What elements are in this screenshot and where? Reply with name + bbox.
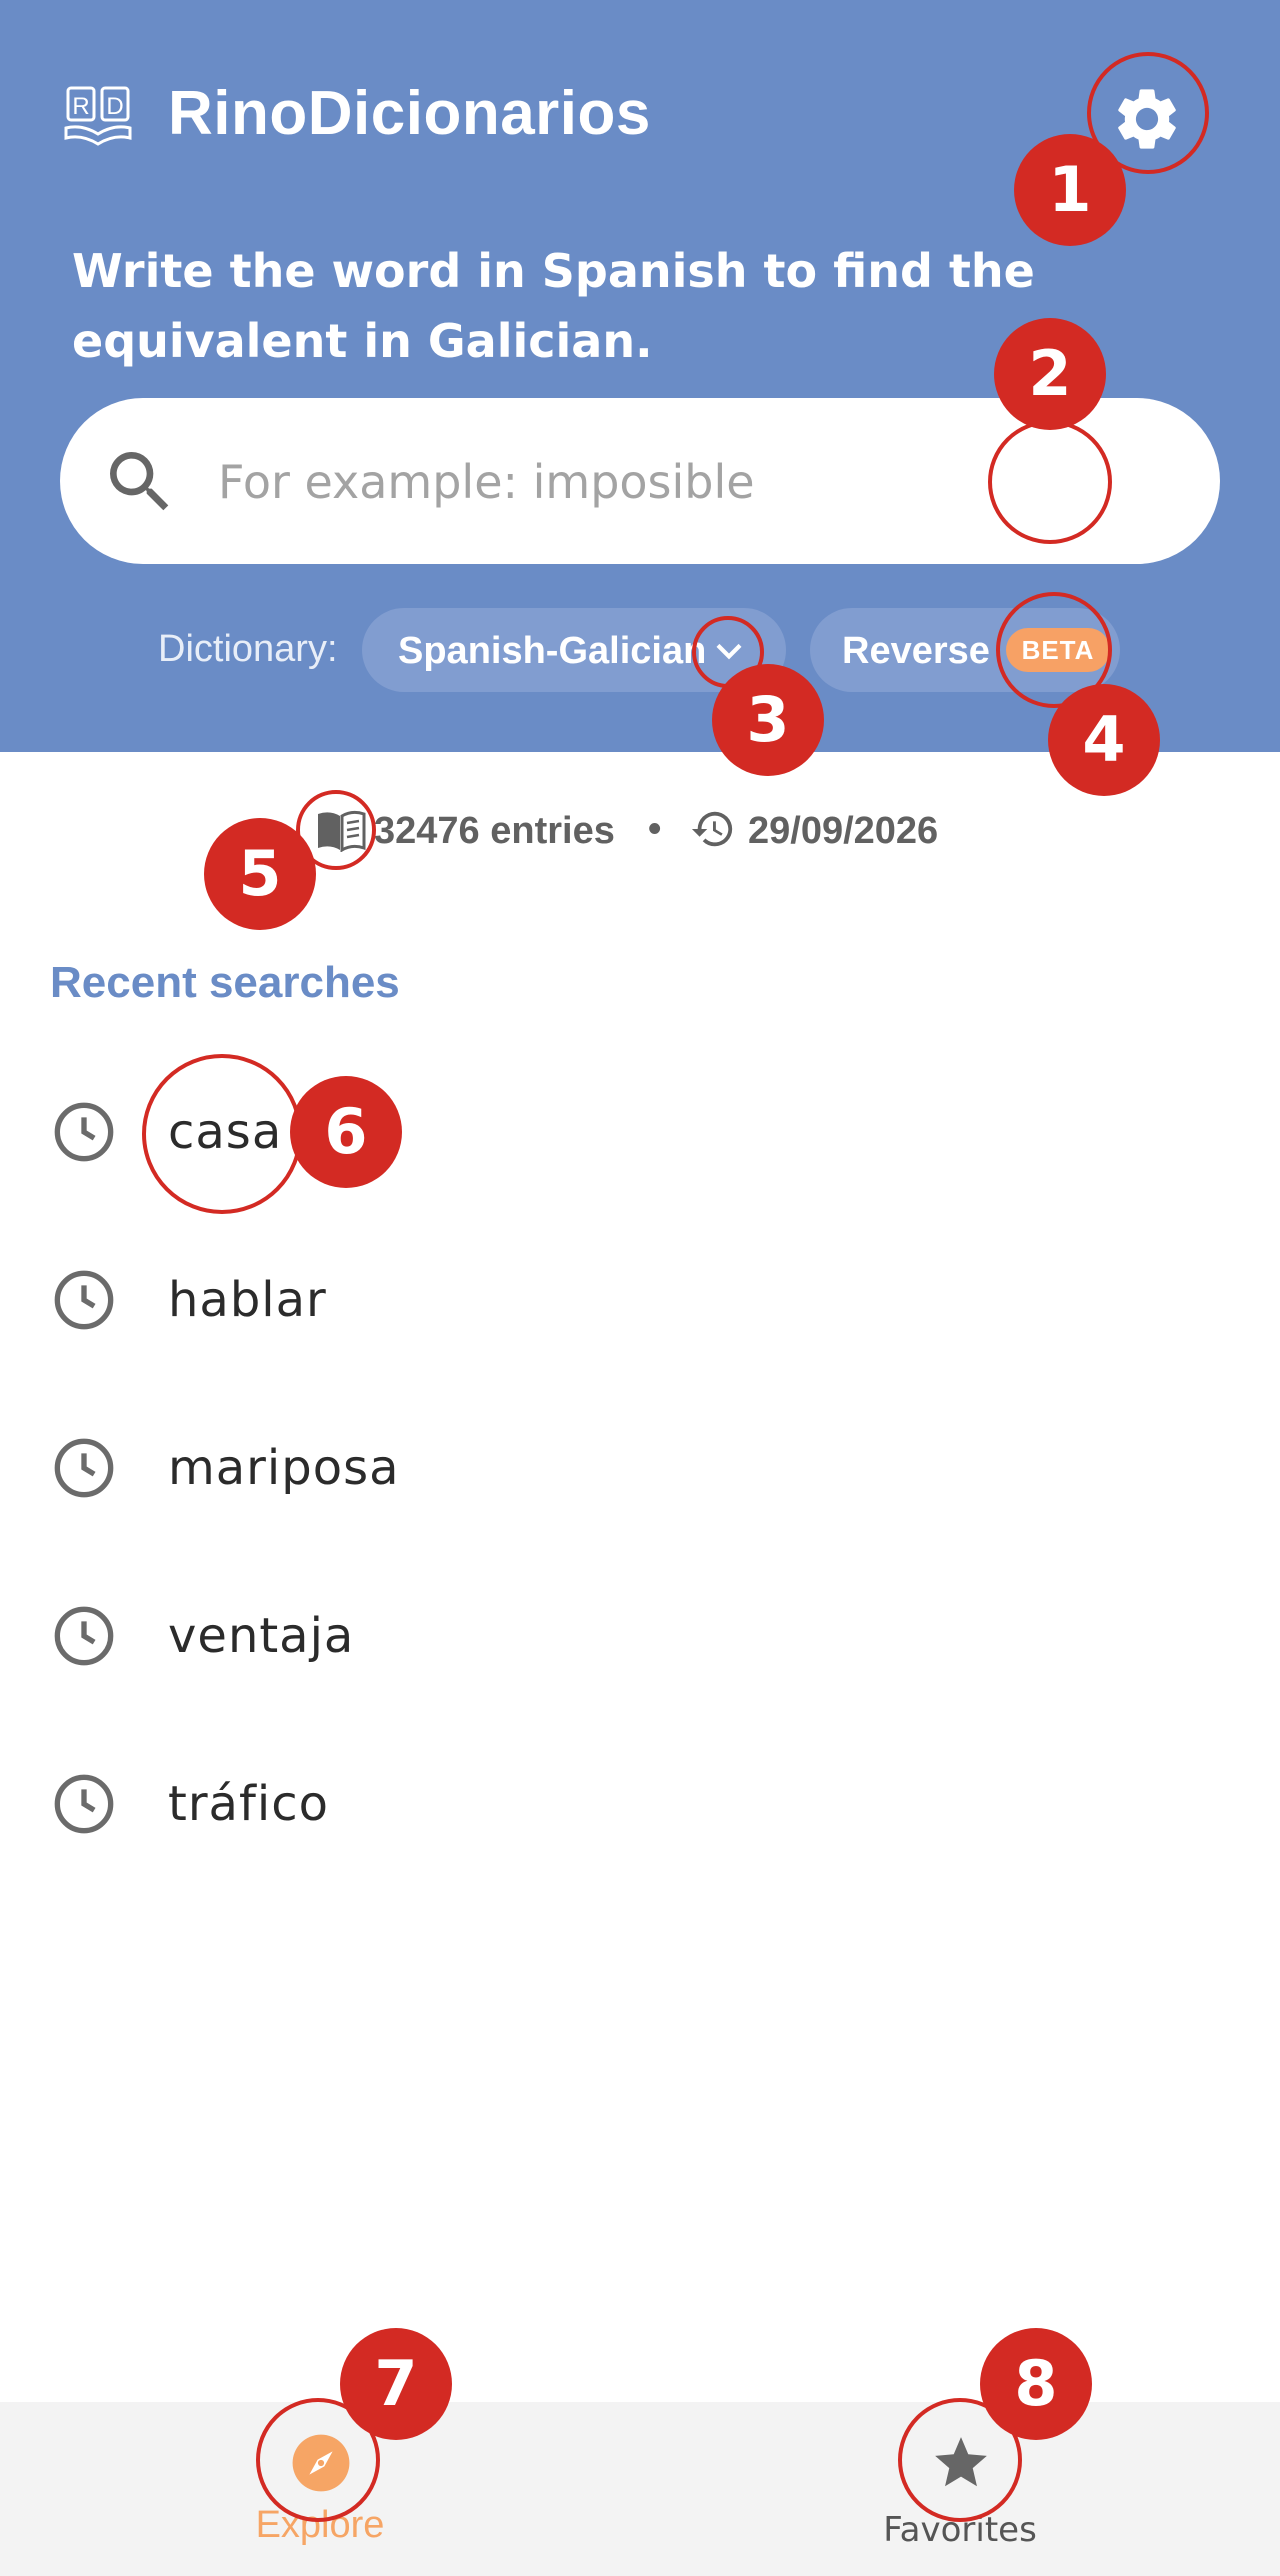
dictionary-logo-icon: R D	[64, 86, 132, 146]
entries-count: 32476 entries	[374, 810, 615, 852]
recent-searches-title: Recent searches	[50, 958, 400, 1007]
recent-search-item[interactable]: hablar	[0, 1216, 1280, 1384]
recent-search-word: mariposa	[168, 1440, 400, 1496]
annotation-badge: 1	[1014, 134, 1126, 246]
annotation-badge: 4	[1048, 684, 1160, 796]
clock-icon	[54, 1606, 114, 1666]
recent-search-item[interactable]: mariposa	[0, 1384, 1280, 1552]
recent-search-word: hablar	[168, 1272, 327, 1328]
annotation-ring	[988, 420, 1112, 544]
clock-icon	[54, 1270, 114, 1330]
annotation-badge: 8	[980, 2328, 1092, 2440]
annotation-badge: 2	[994, 318, 1106, 430]
separator-dot: •	[648, 808, 662, 850]
dictionary-label: Dictionary:	[158, 628, 338, 670]
last-updated-date: 29/09/2026	[748, 810, 939, 852]
reverse-label: Reverse	[842, 630, 990, 672]
annotation-ring	[142, 1054, 302, 1214]
search-icon	[110, 452, 169, 511]
annotation-badge: 7	[340, 2328, 452, 2440]
bottom-navigation: Explore Favorites	[0, 2402, 1280, 2576]
dictionary-selected-value: Spanish-Galician	[398, 630, 707, 672]
app-title: RinoDicionarios	[168, 79, 651, 148]
clock-icon	[54, 1102, 114, 1162]
search-input[interactable]	[216, 434, 1020, 530]
recent-search-item[interactable]: ventaja	[0, 1552, 1280, 1720]
svg-text:D: D	[106, 93, 123, 120]
recent-search-item[interactable]: tráfico	[0, 1720, 1280, 1888]
clock-icon	[54, 1774, 114, 1834]
recent-search-word: ventaja	[168, 1608, 355, 1664]
clock-icon	[54, 1438, 114, 1498]
svg-text:R: R	[72, 93, 89, 120]
annotation-badge: 3	[712, 664, 824, 776]
recent-search-word: tráfico	[168, 1776, 329, 1832]
annotation-badge: 6	[290, 1076, 402, 1188]
history-icon	[691, 811, 733, 847]
annotation-badge: 5	[204, 818, 316, 930]
dictionary-stats: 32476 entries • 29/09/2026	[0, 800, 1280, 860]
